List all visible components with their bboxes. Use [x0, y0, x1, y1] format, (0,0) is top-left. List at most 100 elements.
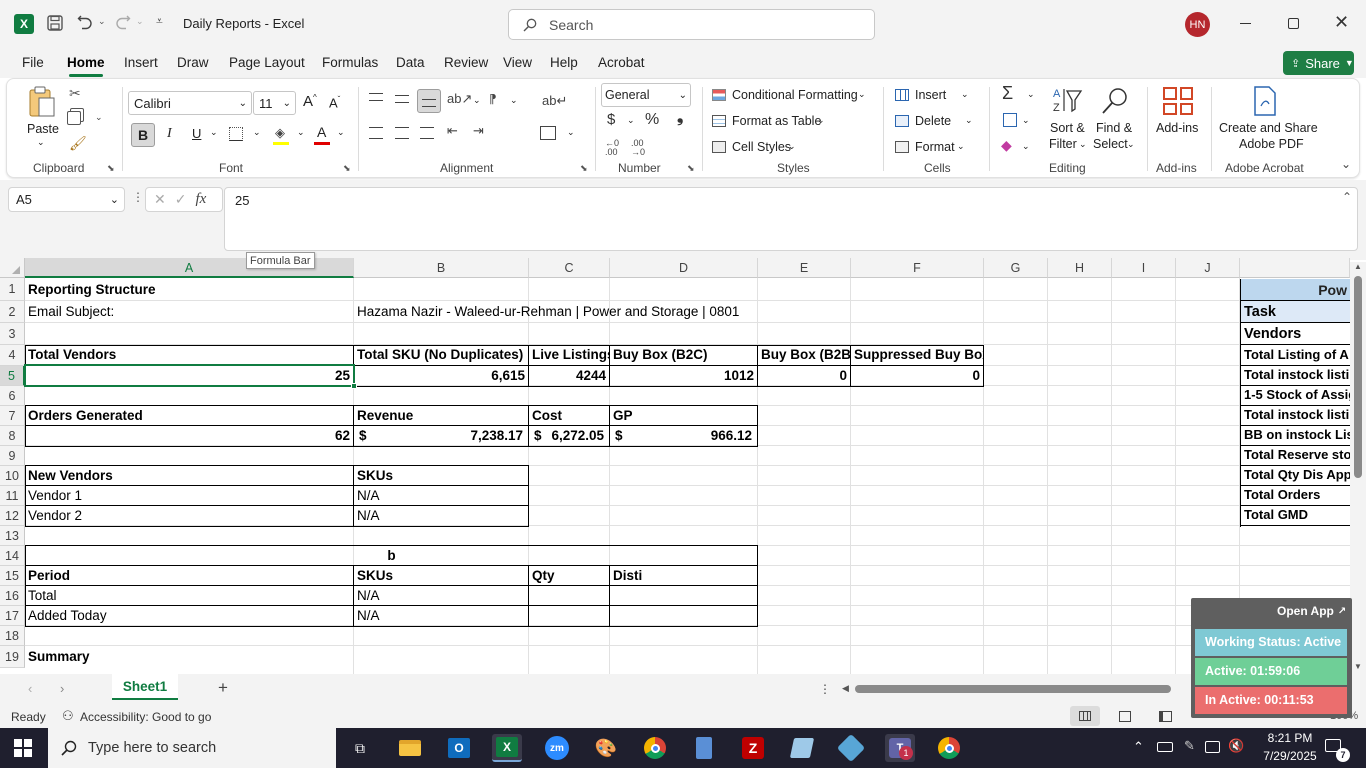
- wrap-text-icon[interactable]: ab↵: [542, 93, 567, 109]
- search-box[interactable]: Search: [508, 9, 875, 40]
- filezilla-icon[interactable]: Z: [738, 734, 768, 762]
- cell-c15[interactable]: Qty: [529, 566, 609, 586]
- paste-dropdown-icon[interactable]: ⌄: [37, 137, 45, 148]
- cell-b15[interactable]: SKUs: [354, 566, 528, 586]
- col-header-e[interactable]: E: [758, 258, 851, 278]
- find-select-label[interactable]: Find &: [1096, 121, 1132, 135]
- increase-decimal-icon[interactable]: ←0.00: [605, 139, 619, 157]
- outlook-icon[interactable]: O: [444, 734, 474, 762]
- redo-dropdown-icon[interactable]: ⌄: [136, 16, 144, 27]
- orientation-dropdown-icon[interactable]: ⌄: [473, 95, 481, 106]
- font-color-icon[interactable]: A: [317, 124, 326, 140]
- sheet-tab-sheet1[interactable]: Sheet1: [112, 674, 178, 700]
- row-header-2[interactable]: 2: [0, 301, 25, 323]
- row-header-16[interactable]: 16: [0, 586, 25, 606]
- side-task[interactable]: Task: [1241, 301, 1350, 323]
- align-middle-icon[interactable]: [395, 95, 409, 103]
- col-header-d[interactable]: D: [610, 258, 758, 278]
- find-select-dropdown-icon[interactable]: ⌄: [1127, 139, 1135, 150]
- cell-c7[interactable]: Cost: [529, 406, 609, 426]
- excel-taskbar-icon[interactable]: X: [492, 734, 522, 762]
- underline-dropdown-icon[interactable]: ⌄: [210, 127, 218, 138]
- format-cells-dropdown-icon[interactable]: ⌄: [957, 141, 965, 152]
- tab-view[interactable]: View: [503, 48, 532, 78]
- tab-data[interactable]: Data: [396, 48, 425, 78]
- tray-volume-icon[interactable]: 🔇: [1228, 738, 1244, 754]
- undo-icon[interactable]: [76, 14, 94, 32]
- tab-formulas[interactable]: Formulas: [322, 48, 378, 78]
- tab-help[interactable]: Help: [550, 48, 578, 78]
- notes-app-icon[interactable]: [787, 734, 817, 762]
- font-name-select[interactable]: Calibri ⌄: [128, 91, 252, 115]
- cell-b7[interactable]: Revenue: [354, 406, 528, 426]
- minimize-icon[interactable]: [1240, 23, 1251, 24]
- cell-e5[interactable]: 0: [758, 366, 850, 386]
- insert-cells-button[interactable]: Insert: [915, 88, 946, 102]
- maximize-icon[interactable]: [1288, 18, 1299, 29]
- row-header-1[interactable]: 1: [0, 278, 25, 301]
- side-item-3[interactable]: Total instock listi: [1241, 365, 1350, 386]
- cell-b12[interactable]: N/A: [354, 506, 528, 526]
- align-right-icon[interactable]: [420, 127, 434, 139]
- cell-c4[interactable]: Live Listings: [529, 345, 609, 365]
- horizontal-scroll-thumb[interactable]: [855, 685, 1171, 693]
- cell-d15[interactable]: Disti: [610, 566, 757, 586]
- customize-qat-icon[interactable]: ⩡: [156, 14, 163, 29]
- row-header-19[interactable]: 19: [0, 646, 25, 668]
- col-header-g[interactable]: G: [984, 258, 1048, 278]
- cell-b10[interactable]: SKUs: [354, 466, 528, 486]
- alignment-launcher-icon[interactable]: ⬊: [580, 163, 588, 174]
- row-header-8[interactable]: 8: [0, 426, 25, 446]
- chrome-icon[interactable]: [640, 734, 670, 762]
- side-item-4[interactable]: 1-5 Stock of Assig: [1241, 385, 1350, 406]
- side-item-5[interactable]: Total instock listi: [1241, 405, 1350, 426]
- cell-a2[interactable]: Email Subject:: [25, 302, 354, 322]
- cell-a7[interactable]: Orders Generated: [25, 406, 353, 426]
- bold-button[interactable]: B: [131, 123, 155, 147]
- avatar[interactable]: HN: [1185, 12, 1210, 37]
- fill-dropdown-icon[interactable]: ⌄: [1022, 115, 1030, 126]
- insert-cells-dropdown-icon[interactable]: ⌄: [961, 89, 969, 100]
- cell-a16[interactable]: Total: [25, 586, 353, 606]
- cell-a11[interactable]: Vendor 1: [25, 486, 353, 506]
- format-as-table-dropdown-icon[interactable]: ⌄: [817, 115, 825, 126]
- font-launcher-icon[interactable]: ⬊: [343, 163, 351, 174]
- row-header-18[interactable]: 18: [0, 626, 25, 646]
- scroll-up-icon[interactable]: ▲: [1354, 262, 1362, 271]
- rtl-icon[interactable]: ⁋: [489, 92, 497, 106]
- tab-page-layout[interactable]: Page Layout: [229, 48, 305, 78]
- cell-b4[interactable]: Total SKU (No Duplicates): [354, 345, 528, 365]
- cell-d8[interactable]: 966.12: [640, 426, 755, 446]
- vpn-app-icon[interactable]: [836, 733, 866, 763]
- tray-battery-icon[interactable]: [1157, 742, 1173, 752]
- cell-b5[interactable]: 6,615: [354, 366, 528, 386]
- increase-indent-icon[interactable]: ⇥: [473, 123, 484, 139]
- font-color-dropdown-icon[interactable]: ⌄: [337, 127, 345, 138]
- scroll-down-icon[interactable]: ▼: [1354, 662, 1362, 671]
- ribbon-collapse-icon[interactable]: ⌄: [1341, 157, 1351, 171]
- italic-button[interactable]: I: [167, 126, 172, 142]
- formula-input[interactable]: 25: [224, 187, 1358, 251]
- cell-c5[interactable]: 4244: [529, 366, 609, 386]
- prev-sheet-icon[interactable]: ‹: [28, 681, 32, 696]
- vertical-scroll-thumb[interactable]: [1354, 276, 1362, 478]
- calculator-icon[interactable]: [689, 734, 719, 762]
- cell-d4[interactable]: Buy Box (B2C): [610, 345, 757, 365]
- col-header-j[interactable]: J: [1176, 258, 1240, 278]
- page-break-view-icon[interactable]: [1159, 711, 1172, 722]
- align-center-icon[interactable]: [395, 127, 409, 139]
- row-header-5[interactable]: 5: [0, 366, 25, 386]
- copy-icon[interactable]: [67, 111, 81, 125]
- add-ins-button[interactable]: Add-ins: [1156, 121, 1198, 135]
- autosum-icon[interactable]: Σ: [1002, 83, 1013, 104]
- cell-a14-merged[interactable]: b: [25, 546, 758, 566]
- cell-a19[interactable]: Summary: [25, 647, 353, 667]
- cell-d5[interactable]: 1012: [610, 366, 757, 386]
- cell-b11[interactable]: N/A: [354, 486, 528, 506]
- cell-a10[interactable]: New Vendors: [25, 466, 353, 486]
- cell-styles-button[interactable]: Cell Styles: [732, 140, 791, 154]
- align-top-icon[interactable]: [369, 93, 383, 101]
- redo-icon[interactable]: [114, 14, 132, 32]
- cell-d7[interactable]: GP: [610, 406, 757, 426]
- cell-styles-dropdown-icon[interactable]: ⌄: [788, 141, 796, 152]
